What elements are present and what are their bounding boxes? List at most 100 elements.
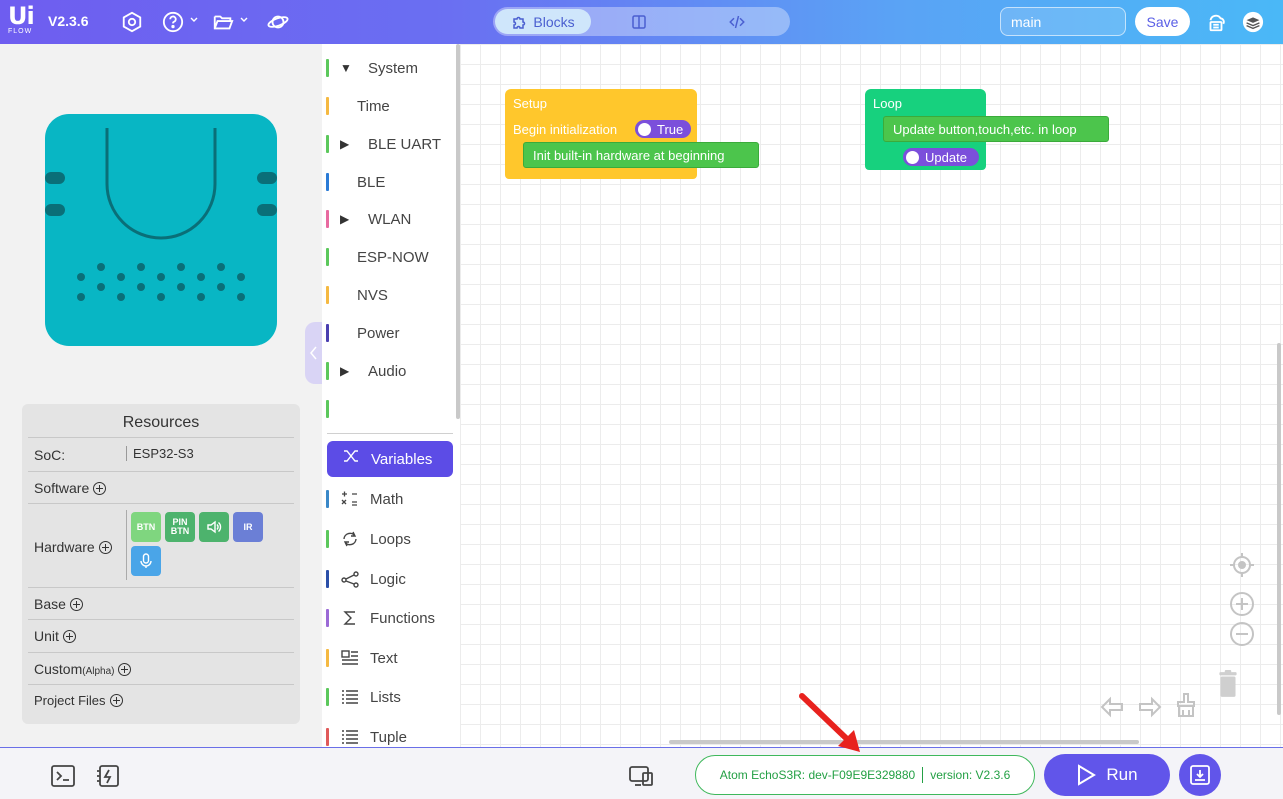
category-text[interactable]: Text [326, 643, 456, 673]
branch-input[interactable]: main [1000, 7, 1126, 36]
chevron-left-icon [310, 346, 317, 360]
device-connection-status[interactable]: Atom EchoS3R: dev-F09E9E329880 version: … [695, 755, 1035, 795]
user-avatar-icon[interactable] [1240, 9, 1266, 35]
project-files-row[interactable]: Project Files [28, 684, 294, 716]
hw-chip-pin-btn[interactable]: PIN BTN [165, 512, 195, 542]
soc-value: ESP32-S3 [126, 446, 194, 461]
category-functions[interactable]: Functions [326, 603, 456, 633]
logic-icon [341, 571, 359, 588]
project-files-label: Project Files [34, 693, 106, 708]
device-screen-icon[interactable] [628, 763, 654, 789]
terminal-icon[interactable] [50, 763, 76, 789]
download-to-device-button[interactable] [1179, 754, 1221, 796]
zoom-out-icon[interactable] [1228, 620, 1256, 648]
category-audio[interactable]: ▶ Audio [326, 356, 456, 386]
folder-open-icon[interactable] [210, 9, 236, 35]
loop-block-title: Loop [873, 96, 902, 111]
expand-icon: ▶ [340, 212, 350, 226]
run-button[interactable]: Run [1044, 754, 1170, 796]
help-icon[interactable] [160, 9, 186, 35]
tab-blocks[interactable]: Blocks [495, 9, 591, 34]
hw-chip-ir[interactable]: IR [233, 512, 263, 542]
cloud-project-icon[interactable] [1203, 9, 1229, 35]
custom-row[interactable]: Custom(Alpha) [28, 652, 294, 684]
workspace-vertical-scrollbar[interactable] [1277, 343, 1281, 715]
category-time[interactable]: Time [326, 91, 456, 121]
puzzle-icon [513, 16, 526, 29]
recenter-icon[interactable] [1228, 551, 1256, 579]
red-arrow-annotation [799, 693, 860, 752]
planet-icon[interactable] [265, 9, 291, 35]
add-unit-icon[interactable] [62, 629, 76, 643]
settings-icon[interactable] [119, 9, 145, 35]
setup-init-toggle[interactable]: True [635, 120, 691, 138]
update-loop-block[interactable]: Update button,touch,etc. in loop [883, 116, 1109, 142]
device-version-label: version: V2.3.6 [930, 768, 1011, 782]
block-category-toolbox: ▼ System Time ▶ BLE UART BLE ▶ WLAN ESP-NOW… [322, 44, 460, 747]
editor-mode-switch: Blocks [493, 7, 790, 36]
workspace-horizontal-scrollbar[interactable] [669, 740, 1139, 744]
tab-split-view[interactable] [593, 9, 685, 34]
category-logic[interactable]: Logic [326, 564, 456, 594]
category-loops[interactable]: Loops [326, 524, 456, 554]
category-variables[interactable]: Variables [327, 441, 453, 477]
add-software-icon[interactable] [93, 481, 107, 495]
unit-row[interactable]: Unit [28, 619, 294, 652]
code-icon [729, 15, 745, 28]
tab-blocks-label: Blocks [533, 13, 575, 30]
variable-icon [344, 450, 358, 462]
hardware-row: Hardware BTN PIN BTN IR [28, 503, 294, 587]
software-row[interactable]: Software [28, 471, 294, 503]
sigma-icon [343, 611, 355, 625]
category-power[interactable]: Power [326, 318, 456, 348]
top-bar: Ui FLOW V2.3.6 Blocks main Save [0, 0, 1283, 44]
firmware-burn-icon[interactable] [95, 763, 121, 789]
category-lists[interactable]: Lists [326, 682, 456, 712]
tab-code[interactable] [689, 9, 785, 34]
play-icon [1078, 764, 1097, 786]
device-panel: Resources SoC: ESP32-S3 Software Hardwar… [0, 44, 322, 747]
loop-update-toggle[interactable]: Update [903, 148, 979, 166]
save-button[interactable]: Save [1135, 7, 1190, 36]
category-esp-now[interactable]: ESP-NOW [326, 242, 456, 272]
base-label: Base [34, 596, 66, 612]
toolbox-divider [327, 433, 453, 434]
collapse-panel-button[interactable] [305, 322, 323, 384]
zoom-in-icon[interactable] [1228, 590, 1256, 618]
folder-chevron-down-icon[interactable] [240, 16, 248, 24]
category-ble[interactable]: BLE [326, 167, 456, 197]
hw-chip-btn[interactable]: BTN [131, 512, 161, 542]
init-hardware-block[interactable]: Init built-in hardware at beginning [523, 142, 759, 168]
help-chevron-down-icon[interactable] [190, 16, 198, 24]
category-nvs[interactable]: NVS [326, 280, 456, 310]
undo-icon[interactable] [1098, 693, 1126, 721]
expand-icon: ▶ [340, 364, 350, 378]
soc-row: SoC: ESP32-S3 [28, 437, 294, 471]
category-wlan[interactable]: ▶ WLAN [326, 204, 456, 234]
add-base-icon[interactable] [69, 597, 83, 611]
hw-chip-mic[interactable] [131, 546, 161, 576]
speaker-icon [207, 520, 222, 534]
add-hardware-icon[interactable] [98, 540, 112, 554]
list-icon [342, 690, 358, 704]
resources-title: Resources [122, 414, 200, 431]
run-label: Run [1106, 765, 1138, 784]
add-custom-icon[interactable] [118, 662, 132, 676]
toggle-knob [906, 150, 919, 164]
trash-icon[interactable] [1214, 670, 1252, 722]
device-preview [45, 114, 277, 346]
app-version: V2.3.6 [48, 13, 89, 29]
hw-chip-speaker[interactable] [199, 512, 229, 542]
cleanup-broom-icon[interactable] [1172, 691, 1200, 719]
unit-label: Unit [34, 628, 59, 644]
category-ble-uart[interactable]: ▶ BLE UART [326, 129, 456, 159]
logo-subtext: FLOW [8, 28, 33, 35]
add-project-file-icon[interactable] [109, 694, 123, 707]
logo-text: Ui [8, 2, 35, 30]
category-math[interactable]: Math [326, 484, 456, 514]
category-system[interactable]: ▼ System [326, 53, 456, 83]
base-row[interactable]: Base [28, 587, 294, 619]
hardware-label: Hardware [34, 539, 95, 555]
redo-icon[interactable] [1136, 693, 1164, 721]
atom-echo-device-icon [45, 128, 277, 301]
